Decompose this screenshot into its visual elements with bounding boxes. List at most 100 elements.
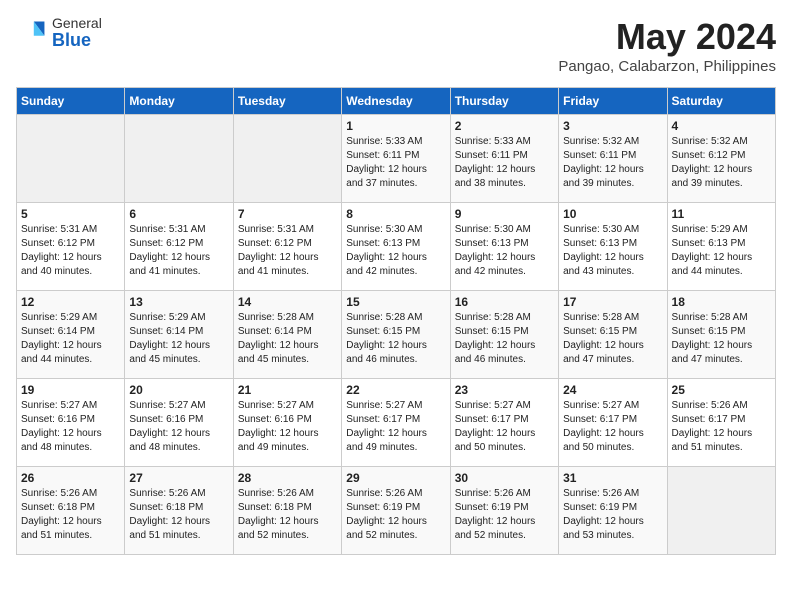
page-header: General Blue May 2024 Pangao, Calabarzon… [16,16,776,75]
day-number: 26 [21,471,120,485]
day-number: 25 [672,383,771,397]
calendar-cell: 6 Sunrise: 5:31 AM Sunset: 6:12 PM Daylig… [125,203,233,291]
calendar-cell: 30Sunrise: 5:26 AM Sunset: 6:19 PM Dayli… [450,467,558,555]
header-sunday: Sunday [17,88,125,115]
logo-icon [16,18,48,50]
day-info: Sunrise: 5:27 AM Sunset: 6:17 PM Dayligh… [563,399,662,455]
day-info: Sunrise: 5:27 AM Sunset: 6:16 PM Dayligh… [129,399,228,455]
day-info: Sunrise: 5:30 AM Sunset: 6:13 PM Dayligh… [346,223,445,279]
day-number: 4 [672,119,771,133]
day-number: 1 [346,119,445,133]
calendar-cell: 19Sunrise: 5:27 AM Sunset: 6:16 PM Dayli… [17,379,125,467]
day-number: 10 [563,207,662,221]
header-row: Sunday Monday Tuesday Wednesday Thursday… [17,88,776,115]
day-number: 14 [238,295,337,309]
calendar-cell: 29Sunrise: 5:26 AM Sunset: 6:19 PM Dayli… [342,467,450,555]
day-info: Sunrise: 5:28 AM Sunset: 6:15 PM Dayligh… [455,311,554,367]
day-info: Sunrise: 5:26 AM Sunset: 6:19 PM Dayligh… [563,487,662,543]
logo-text: General Blue [52,16,102,51]
calendar-week-row: 12 Sunrise: 5:29 AM Sunset: 6:14 PM Dayli… [17,291,776,379]
day-number: 22 [346,383,445,397]
header-monday: Monday [125,88,233,115]
day-info: Sunrise: 5:26 AM Sunset: 6:17 PM Dayligh… [672,399,771,455]
calendar-cell: 3 Sunrise: 5:32 AM Sunset: 6:11 PM Daylig… [559,115,667,203]
day-number: 21 [238,383,337,397]
calendar-cell: 11 Sunrise: 5:29 AM Sunset: 6:13 PM Dayli… [667,203,775,291]
calendar-cell: 18 Sunrise: 5:28 AM Sunset: 6:15 PM Dayli… [667,291,775,379]
calendar-cell: 22 Sunrise: 5:27 AM Sunset: 6:17 PM Dayli… [342,379,450,467]
day-info: Sunrise: 5:27 AM Sunset: 6:17 PM Dayligh… [346,399,445,455]
calendar-cell: 10 Sunrise: 5:30 AM Sunset: 6:13 PM Dayli… [559,203,667,291]
calendar-location: Pangao, Calabarzon, Philippines [558,58,776,75]
calendar-cell: 16 Sunrise: 5:28 AM Sunset: 6:15 PM Dayli… [450,291,558,379]
day-info: Sunrise: 5:28 AM Sunset: 6:14 PM Dayligh… [238,311,337,367]
day-number: 11 [672,207,771,221]
calendar-cell: 7 Sunrise: 5:31 AM Sunset: 6:12 PM Daylig… [233,203,341,291]
calendar-table: Sunday Monday Tuesday Wednesday Thursday… [16,87,776,555]
calendar-cell [17,115,125,203]
calendar-cell: 26 Sunrise: 5:26 AM Sunset: 6:18 PM Dayli… [17,467,125,555]
day-info: Sunrise: 5:29 AM Sunset: 6:14 PM Dayligh… [21,311,120,367]
day-number: 24 [563,383,662,397]
day-info: Sunrise: 5:29 AM Sunset: 6:13 PM Dayligh… [672,223,771,279]
day-number: 16 [455,295,554,309]
day-info: Sunrise: 5:27 AM Sunset: 6:16 PM Dayligh… [238,399,337,455]
logo-blue: Blue [52,31,102,51]
calendar-cell: 17 Sunrise: 5:28 AM Sunset: 6:15 PM Dayli… [559,291,667,379]
day-info: Sunrise: 5:31 AM Sunset: 6:12 PM Dayligh… [238,223,337,279]
day-number: 28 [238,471,337,485]
day-info: Sunrise: 5:29 AM Sunset: 6:14 PM Dayligh… [129,311,228,367]
day-number: 30 [455,471,554,485]
day-info: Sunrise: 5:28 AM Sunset: 6:15 PM Dayligh… [672,311,771,367]
day-number: 8 [346,207,445,221]
calendar-cell: 25 Sunrise: 5:26 AM Sunset: 6:17 PM Dayli… [667,379,775,467]
day-number: 5 [21,207,120,221]
day-info: Sunrise: 5:26 AM Sunset: 6:19 PM Dayligh… [346,487,445,543]
day-number: 2 [455,119,554,133]
calendar-title: May 2024 [558,16,776,58]
day-info: Sunrise: 5:32 AM Sunset: 6:12 PM Dayligh… [672,135,771,191]
day-number: 13 [129,295,228,309]
day-info: Sunrise: 5:28 AM Sunset: 6:15 PM Dayligh… [346,311,445,367]
calendar-cell: 2 Sunrise: 5:33 AM Sunset: 6:11 PM Daylig… [450,115,558,203]
calendar-cell: 31 Sunrise: 5:26 AM Sunset: 6:19 PM Dayli… [559,467,667,555]
calendar-week-row: 19 Sunrise: 5:27 AM Sunset: 6:16 PM Dayli… [17,379,776,467]
day-info: Sunrise: 5:27 AM Sunset: 6:17 PM Dayligh… [455,399,554,455]
day-info: Sunrise: 5:33 AM Sunset: 6:11 PM Dayligh… [455,135,554,191]
calendar-cell: 24 Sunrise: 5:27 AM Sunset: 6:17 PM Dayli… [559,379,667,467]
logo: General Blue [16,16,102,51]
day-info: Sunrise: 5:26 AM Sunset: 6:18 PM Dayligh… [21,487,120,543]
header-friday: Friday [559,88,667,115]
day-info: Sunrise: 5:28 AM Sunset: 6:15 PM Dayligh… [563,311,662,367]
calendar-cell: 4 Sunrise: 5:32 AM Sunset: 6:12 PM Daylig… [667,115,775,203]
day-number: 9 [455,207,554,221]
day-info: Sunrise: 5:32 AM Sunset: 6:11 PM Dayligh… [563,135,662,191]
calendar-cell: 27Sunrise: 5:26 AM Sunset: 6:18 PM Dayli… [125,467,233,555]
day-info: Sunrise: 5:31 AM Sunset: 6:12 PM Dayligh… [129,223,228,279]
calendar-cell: 12 Sunrise: 5:29 AM Sunset: 6:14 PM Dayli… [17,291,125,379]
day-number: 3 [563,119,662,133]
calendar-cell: 5Sunrise: 5:31 AM Sunset: 6:12 PM Daylig… [17,203,125,291]
calendar-week-row: 5 Sunrise: 5:31 AM Sunset: 6:12 PM Daylig… [17,203,776,291]
day-number: 15 [346,295,445,309]
calendar-week-row: 26 Sunrise: 5:26 AM Sunset: 6:18 PM Dayli… [17,467,776,555]
calendar-cell [233,115,341,203]
calendar-cell: 14 Sunrise: 5:28 AM Sunset: 6:14 PM Dayli… [233,291,341,379]
calendar-cell [125,115,233,203]
header-tuesday: Tuesday [233,88,341,115]
day-number: 7 [238,207,337,221]
header-saturday: Saturday [667,88,775,115]
header-thursday: Thursday [450,88,558,115]
calendar-cell [667,467,775,555]
day-number: 12 [21,295,120,309]
calendar-cell: 20Sunrise: 5:27 AM Sunset: 6:16 PM Dayli… [125,379,233,467]
day-info: Sunrise: 5:30 AM Sunset: 6:13 PM Dayligh… [563,223,662,279]
day-number: 18 [672,295,771,309]
day-number: 19 [21,383,120,397]
day-number: 31 [563,471,662,485]
day-number: 6 [129,207,228,221]
day-number: 17 [563,295,662,309]
calendar-cell: 23Sunrise: 5:27 AM Sunset: 6:17 PM Dayli… [450,379,558,467]
day-info: Sunrise: 5:26 AM Sunset: 6:18 PM Dayligh… [129,487,228,543]
title-block: May 2024 Pangao, Calabarzon, Philippines [558,16,776,75]
